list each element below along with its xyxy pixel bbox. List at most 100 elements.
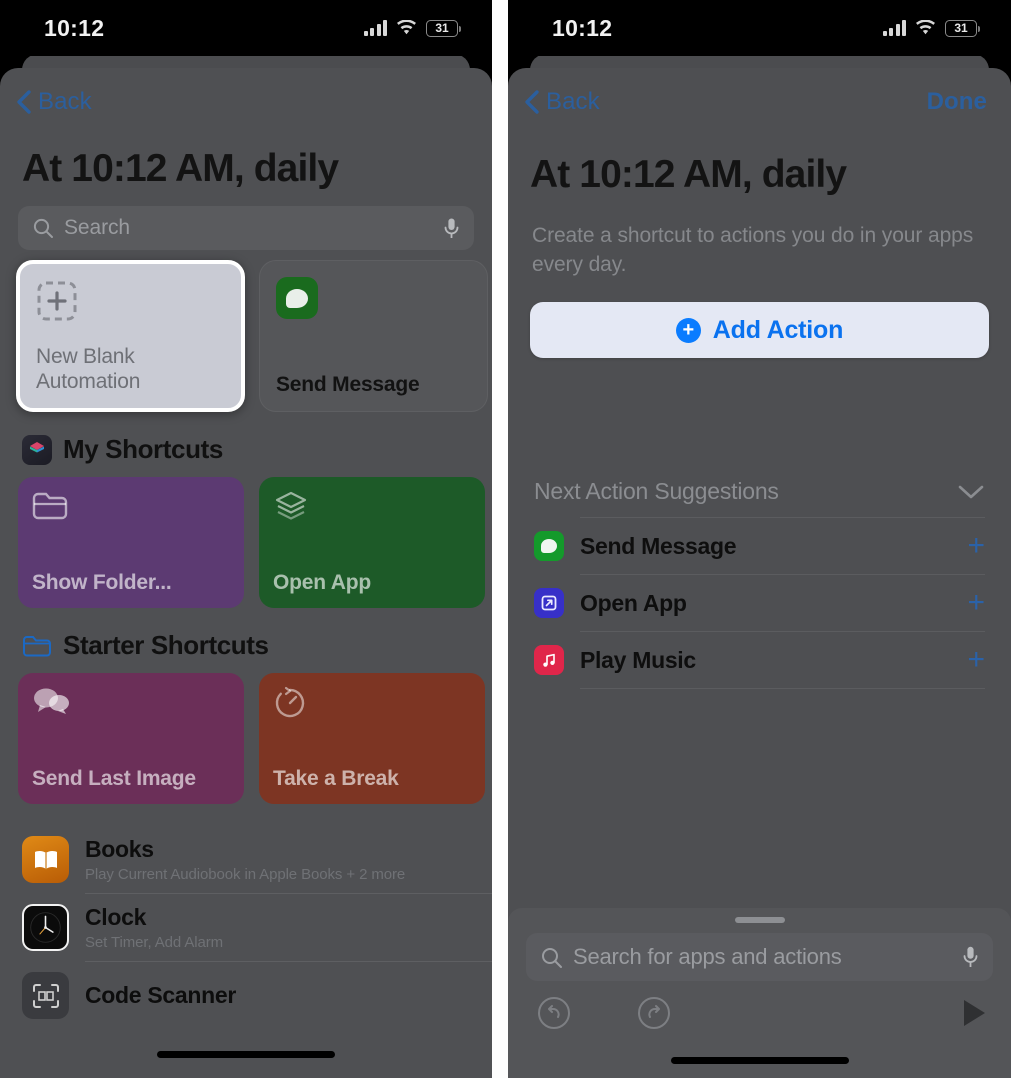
- plus-icon[interactable]: +: [967, 588, 985, 618]
- left-nav-bar: Back: [0, 68, 492, 136]
- status-indicators: 31: [363, 19, 461, 37]
- wifi-icon: [396, 20, 417, 36]
- chevron-down-icon[interactable]: [957, 484, 985, 500]
- back-label: Back: [546, 88, 600, 115]
- app-name: Clock: [85, 904, 147, 931]
- suggestion-row-send-message[interactable]: Send Message +: [508, 518, 1011, 574]
- folder-icon: [32, 492, 68, 520]
- section-header-my-shortcuts: My Shortcuts: [0, 412, 492, 465]
- clock-app-icon: [22, 904, 69, 952]
- suggestion-label: Open App: [580, 589, 687, 616]
- open-app-icon: [534, 588, 564, 619]
- messages-app-icon: [534, 531, 564, 562]
- right-nav-bar: Back Done: [508, 68, 1011, 136]
- list-divider: [580, 688, 985, 690]
- chevron-left-icon: [525, 90, 539, 114]
- suggestions-label: Next Action Suggestions: [534, 478, 779, 505]
- back-button[interactable]: Back: [522, 88, 600, 116]
- done-button[interactable]: Done: [927, 88, 987, 116]
- tile-label: Show Folder...: [32, 571, 172, 595]
- home-indicator: [670, 1057, 849, 1064]
- back-button[interactable]: Back: [14, 88, 92, 116]
- messages-app-icon: [276, 277, 318, 320]
- top-card-row: New Blank Automation Send Message: [0, 250, 492, 413]
- page-title: At 10:12 AM, daily: [22, 147, 339, 190]
- panel-gap: [492, 0, 508, 1078]
- status-bar: 10:12 31: [508, 0, 1011, 56]
- tile-label: Take a Break: [273, 767, 399, 791]
- status-indicators: 31: [882, 19, 980, 37]
- app-name: Books: [85, 836, 154, 863]
- next-action-suggestions-header[interactable]: Next Action Suggestions: [508, 358, 1011, 505]
- timer-icon: [275, 687, 305, 718]
- add-action-label: Add Action: [712, 315, 844, 344]
- search-icon: [542, 947, 562, 968]
- new-blank-automation-card[interactable]: New Blank Automation: [16, 260, 245, 413]
- search-icon: [33, 219, 53, 239]
- cellular-bars-icon: [363, 20, 387, 36]
- microphone-icon[interactable]: [443, 217, 460, 240]
- app-list: Books Play Current Audiobook in Apple Bo…: [0, 804, 492, 1029]
- shortcuts-app-icon: [22, 434, 52, 465]
- shortcut-tile-open-app[interactable]: Open App: [259, 477, 485, 609]
- search-placeholder: Search: [64, 216, 130, 240]
- suggestion-label: Send Message: [580, 532, 737, 559]
- tile-label: Send Last Image: [32, 767, 196, 791]
- shortcut-tile-take-a-break[interactable]: Take a Break: [259, 673, 485, 805]
- battery-icon: 31: [426, 19, 461, 37]
- plus-icon[interactable]: +: [967, 645, 985, 675]
- list-item[interactable]: Clock Set Timer, Add Alarm: [0, 894, 492, 961]
- suggestion-row-open-app[interactable]: Open App +: [508, 575, 1011, 631]
- plus-icon[interactable]: +: [967, 531, 985, 561]
- chevron-left-icon: [17, 90, 31, 114]
- actions-bottom-sheet: Search for apps and actions: [508, 908, 1011, 1078]
- drag-handle[interactable]: [734, 917, 785, 923]
- right-phone-screenshot: 10:12 31 Back Done At 10:12 AM, daily Cr…: [508, 0, 1011, 1078]
- search-input[interactable]: Search: [18, 206, 474, 251]
- battery-level: 31: [435, 21, 449, 35]
- undo-icon[interactable]: [536, 995, 572, 1031]
- status-time: 10:12: [44, 14, 105, 41]
- shortcut-tile-show-folder[interactable]: Show Folder...: [18, 477, 244, 609]
- app-detail: Play Current Audiobook in Apple Books + …: [85, 866, 406, 884]
- list-item[interactable]: Code Scanner: [0, 962, 492, 1029]
- actions-search-input[interactable]: Search for apps and actions: [526, 933, 993, 981]
- list-item[interactable]: Books Play Current Audiobook in Apple Bo…: [0, 826, 492, 893]
- suggestion-label: Play Music: [580, 646, 696, 673]
- suggestions-list: Send Message + Open App + Play Music +: [508, 517, 1011, 690]
- play-icon[interactable]: [959, 997, 989, 1029]
- app-detail: Set Timer, Add Alarm: [85, 934, 224, 952]
- add-action-button[interactable]: + Add Action: [530, 302, 989, 359]
- redo-icon[interactable]: [636, 995, 672, 1031]
- starter-shortcuts-tiles: Send Last Image Take a Break: [0, 661, 492, 805]
- chat-bubbles-icon: [34, 688, 69, 715]
- suggestion-row-play-music[interactable]: Play Music +: [508, 632, 1011, 688]
- card-label: New Blank Automation: [36, 345, 141, 393]
- actions-search-placeholder: Search for apps and actions: [573, 944, 842, 969]
- send-message-card[interactable]: Send Message: [259, 260, 488, 413]
- page-subtitle: Create a shortcut to actions you do in y…: [532, 224, 974, 277]
- status-time: 10:12: [552, 14, 613, 41]
- books-app-icon: [22, 836, 69, 884]
- add-blank-automation-icon: [37, 281, 77, 321]
- section-header-starter-shortcuts: Starter Shortcuts: [0, 608, 492, 661]
- plus-circle-icon: +: [675, 317, 701, 343]
- dual-screenshot-stage: 10:12 31 Back At 10:12 AM, daily Search …: [0, 0, 1011, 1078]
- shortcut-tile-send-last-image[interactable]: Send Last Image: [18, 673, 244, 805]
- wifi-icon: [915, 20, 936, 36]
- left-sheet: Back At 10:12 AM, daily Search New Blank…: [0, 68, 492, 1078]
- page-title: At 10:12 AM, daily: [530, 153, 847, 196]
- battery-icon: 31: [945, 19, 980, 37]
- section-title: My Shortcuts: [63, 434, 223, 465]
- editor-toolbar: [508, 981, 1011, 1031]
- section-title: Starter Shortcuts: [63, 630, 269, 661]
- layers-icon: [275, 492, 307, 520]
- home-indicator: [157, 1051, 335, 1058]
- app-name: Code Scanner: [85, 982, 237, 1009]
- folder-outline-icon: [23, 635, 51, 657]
- tile-label: Open App: [273, 571, 371, 595]
- back-label: Back: [38, 88, 92, 115]
- code-scanner-icon: [22, 972, 69, 1020]
- microphone-icon[interactable]: [962, 945, 979, 969]
- music-app-icon: [534, 645, 564, 676]
